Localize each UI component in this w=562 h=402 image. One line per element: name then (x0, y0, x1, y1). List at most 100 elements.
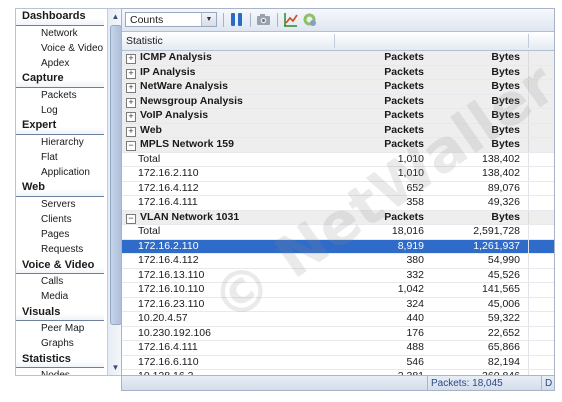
sidebar-item[interactable]: Graphs (16, 336, 104, 351)
packets-cell: 440 (406, 312, 424, 324)
sidebar-item[interactable]: Packets (16, 88, 104, 103)
column-divider[interactable] (528, 34, 529, 48)
packets-cell: Packets (384, 210, 424, 223)
table-row[interactable]: Total 1,010 138,402 (122, 152, 554, 167)
table-row[interactable]: 10.20.4.57 440 59,322 (122, 312, 554, 327)
nav-group-header[interactable]: Statistics (16, 351, 104, 369)
empty-cell (528, 268, 554, 282)
sidebar-item[interactable]: Flat (16, 150, 104, 165)
sidebar-item[interactable]: Media (16, 289, 104, 304)
empty-cell (528, 225, 554, 239)
empty-cell (528, 196, 554, 210)
packets-cell: 1,010 (397, 152, 424, 165)
expand-plus-icon[interactable]: + (126, 112, 136, 122)
sidebar-item[interactable]: Peer Map (16, 321, 104, 336)
packets-cell: Packets (384, 65, 424, 78)
expand-plus-icon[interactable]: + (126, 54, 136, 64)
row-label: VoIP Analysis (140, 109, 209, 121)
nav-group-header[interactable]: Web (16, 180, 104, 197)
sidebar-item[interactable]: Log (16, 103, 104, 118)
expand-plus-icon[interactable]: + (126, 97, 136, 108)
sidebar-item[interactable]: Voice & Video (16, 41, 104, 56)
bytes-cell: 2,591,728 (473, 225, 520, 237)
expand-plus-icon[interactable]: + (126, 83, 136, 93)
table-section-row[interactable]: + IP Analysis Packets Bytes (122, 65, 554, 80)
table-section-row[interactable]: + ICMP Analysis Packets Bytes (122, 51, 554, 66)
statistic-type-value: Counts (130, 14, 164, 26)
table-section-row[interactable]: − VLAN Network 1031 Packets Bytes (122, 210, 554, 225)
sidebar-item[interactable]: Pages (16, 227, 104, 242)
table-row[interactable]: 172.16.2.110 8,919 1,261,937 (122, 239, 554, 254)
table-section-row[interactable]: + Web Packets Bytes (122, 123, 554, 138)
pause-icon[interactable] (229, 12, 244, 27)
expand-plus-icon[interactable]: + (126, 126, 136, 137)
table-row[interactable]: 172.16.10.110 1,042 141,565 (122, 283, 554, 298)
bytes-cell: 141,565 (482, 283, 520, 295)
table-row[interactable]: 172.16.4.112 380 54,990 (122, 254, 554, 269)
settings-gear-icon[interactable] (302, 12, 317, 27)
row-label: 10.230.192.106 (138, 326, 211, 339)
table-row[interactable]: 172.16.23.110 324 45,006 (122, 297, 554, 312)
sidebar-item[interactable]: Clients (16, 212, 104, 227)
chevron-down-icon[interactable]: ▼ (201, 13, 216, 26)
column-divider[interactable] (334, 34, 335, 48)
camera-icon[interactable] (256, 12, 271, 27)
table-row[interactable]: 172.16.13.110 332 45,526 (122, 268, 554, 283)
row-label: NetWare Analysis (140, 80, 228, 92)
row-label: 172.16.6.110 (138, 355, 199, 368)
packets-cell: Packets (384, 80, 424, 92)
sidebar-item[interactable]: Network (16, 26, 104, 41)
sidebar-item[interactable]: Nodes (16, 368, 104, 375)
nav-group-header[interactable]: Expert (16, 118, 104, 135)
table-row[interactable]: Total 18,016 2,591,728 (122, 225, 554, 240)
packets-cell: 652 (406, 181, 424, 194)
nav-group-header[interactable]: Dashboards (16, 9, 104, 26)
bytes-cell: 65,866 (487, 341, 520, 353)
row-label: 172.16.13.110 (138, 268, 205, 281)
sidebar-item[interactable]: Hierarchy (16, 135, 104, 150)
sidebar-item[interactable]: Calls (16, 274, 104, 289)
table-row[interactable]: 172.16.2.110 1,010 138,402 (122, 167, 554, 182)
table-row[interactable]: 172.16.4.112 652 89,076 (122, 181, 554, 196)
collapse-minus-icon[interactable]: − (126, 141, 136, 151)
sidebar-item[interactable]: Apdex (16, 56, 104, 71)
nav-group-header[interactable]: Visuals (16, 304, 104, 322)
sidebar-item[interactable]: Servers (16, 197, 104, 212)
row-label: VLAN Network 1031 (140, 210, 240, 223)
packets-cell: 332 (406, 268, 424, 281)
empty-cell (528, 167, 554, 181)
row-label: 172.16.23.110 (138, 297, 205, 310)
chart-icon[interactable] (283, 12, 298, 27)
table-section-row[interactable]: + NetWare Analysis Packets Bytes (122, 80, 554, 95)
expand-plus-icon[interactable]: + (126, 68, 136, 79)
nav-group-header[interactable]: Voice & Video (16, 257, 104, 275)
empty-cell (528, 181, 554, 195)
bytes-cell: 45,526 (487, 268, 520, 281)
table-section-row[interactable]: − MPLS Network 159 Packets Bytes (122, 138, 554, 153)
table-row[interactable]: 172.16.4.111 358 49,326 (122, 196, 554, 211)
statistic-type-select[interactable]: Counts ▼ (125, 12, 217, 27)
statistics-table: + ICMP Analysis Packets Bytes + IP Analysis Pa… (122, 51, 554, 390)
column-header-statistic[interactable]: Statistic (126, 32, 163, 50)
table-row[interactable]: 10.230.192.106 176 22,652 (122, 326, 554, 341)
row-label: ICMP Analysis (140, 51, 212, 63)
empty-cell (528, 80, 554, 94)
table-row[interactable]: 172.16.6.110 546 82,194 (122, 355, 554, 370)
empty-cell (528, 94, 554, 108)
packets-cell: Packets (384, 109, 424, 121)
table-row[interactable]: 172.16.4.111 488 65,866 (122, 341, 554, 356)
toolbar: Counts ▼ (122, 9, 554, 32)
sidebar-item[interactable]: Requests (16, 242, 104, 257)
packets-cell: 1,042 (397, 283, 424, 295)
empty-cell (528, 283, 554, 297)
table-section-row[interactable]: + VoIP Analysis Packets Bytes (122, 109, 554, 124)
table-section-row[interactable]: + Newsgroup Analysis Packets Bytes (122, 94, 554, 109)
collapse-minus-icon[interactable]: − (126, 213, 136, 224)
sidebar-item[interactable]: Application (16, 165, 104, 180)
status-bar: Packets: 18,045 D (122, 375, 554, 390)
bytes-cell: Bytes (491, 94, 520, 107)
nav-group-header[interactable]: Capture (16, 71, 104, 88)
packets-cell: 176 (406, 326, 424, 339)
toolbar-separator (277, 13, 278, 27)
empty-cell (528, 341, 554, 355)
